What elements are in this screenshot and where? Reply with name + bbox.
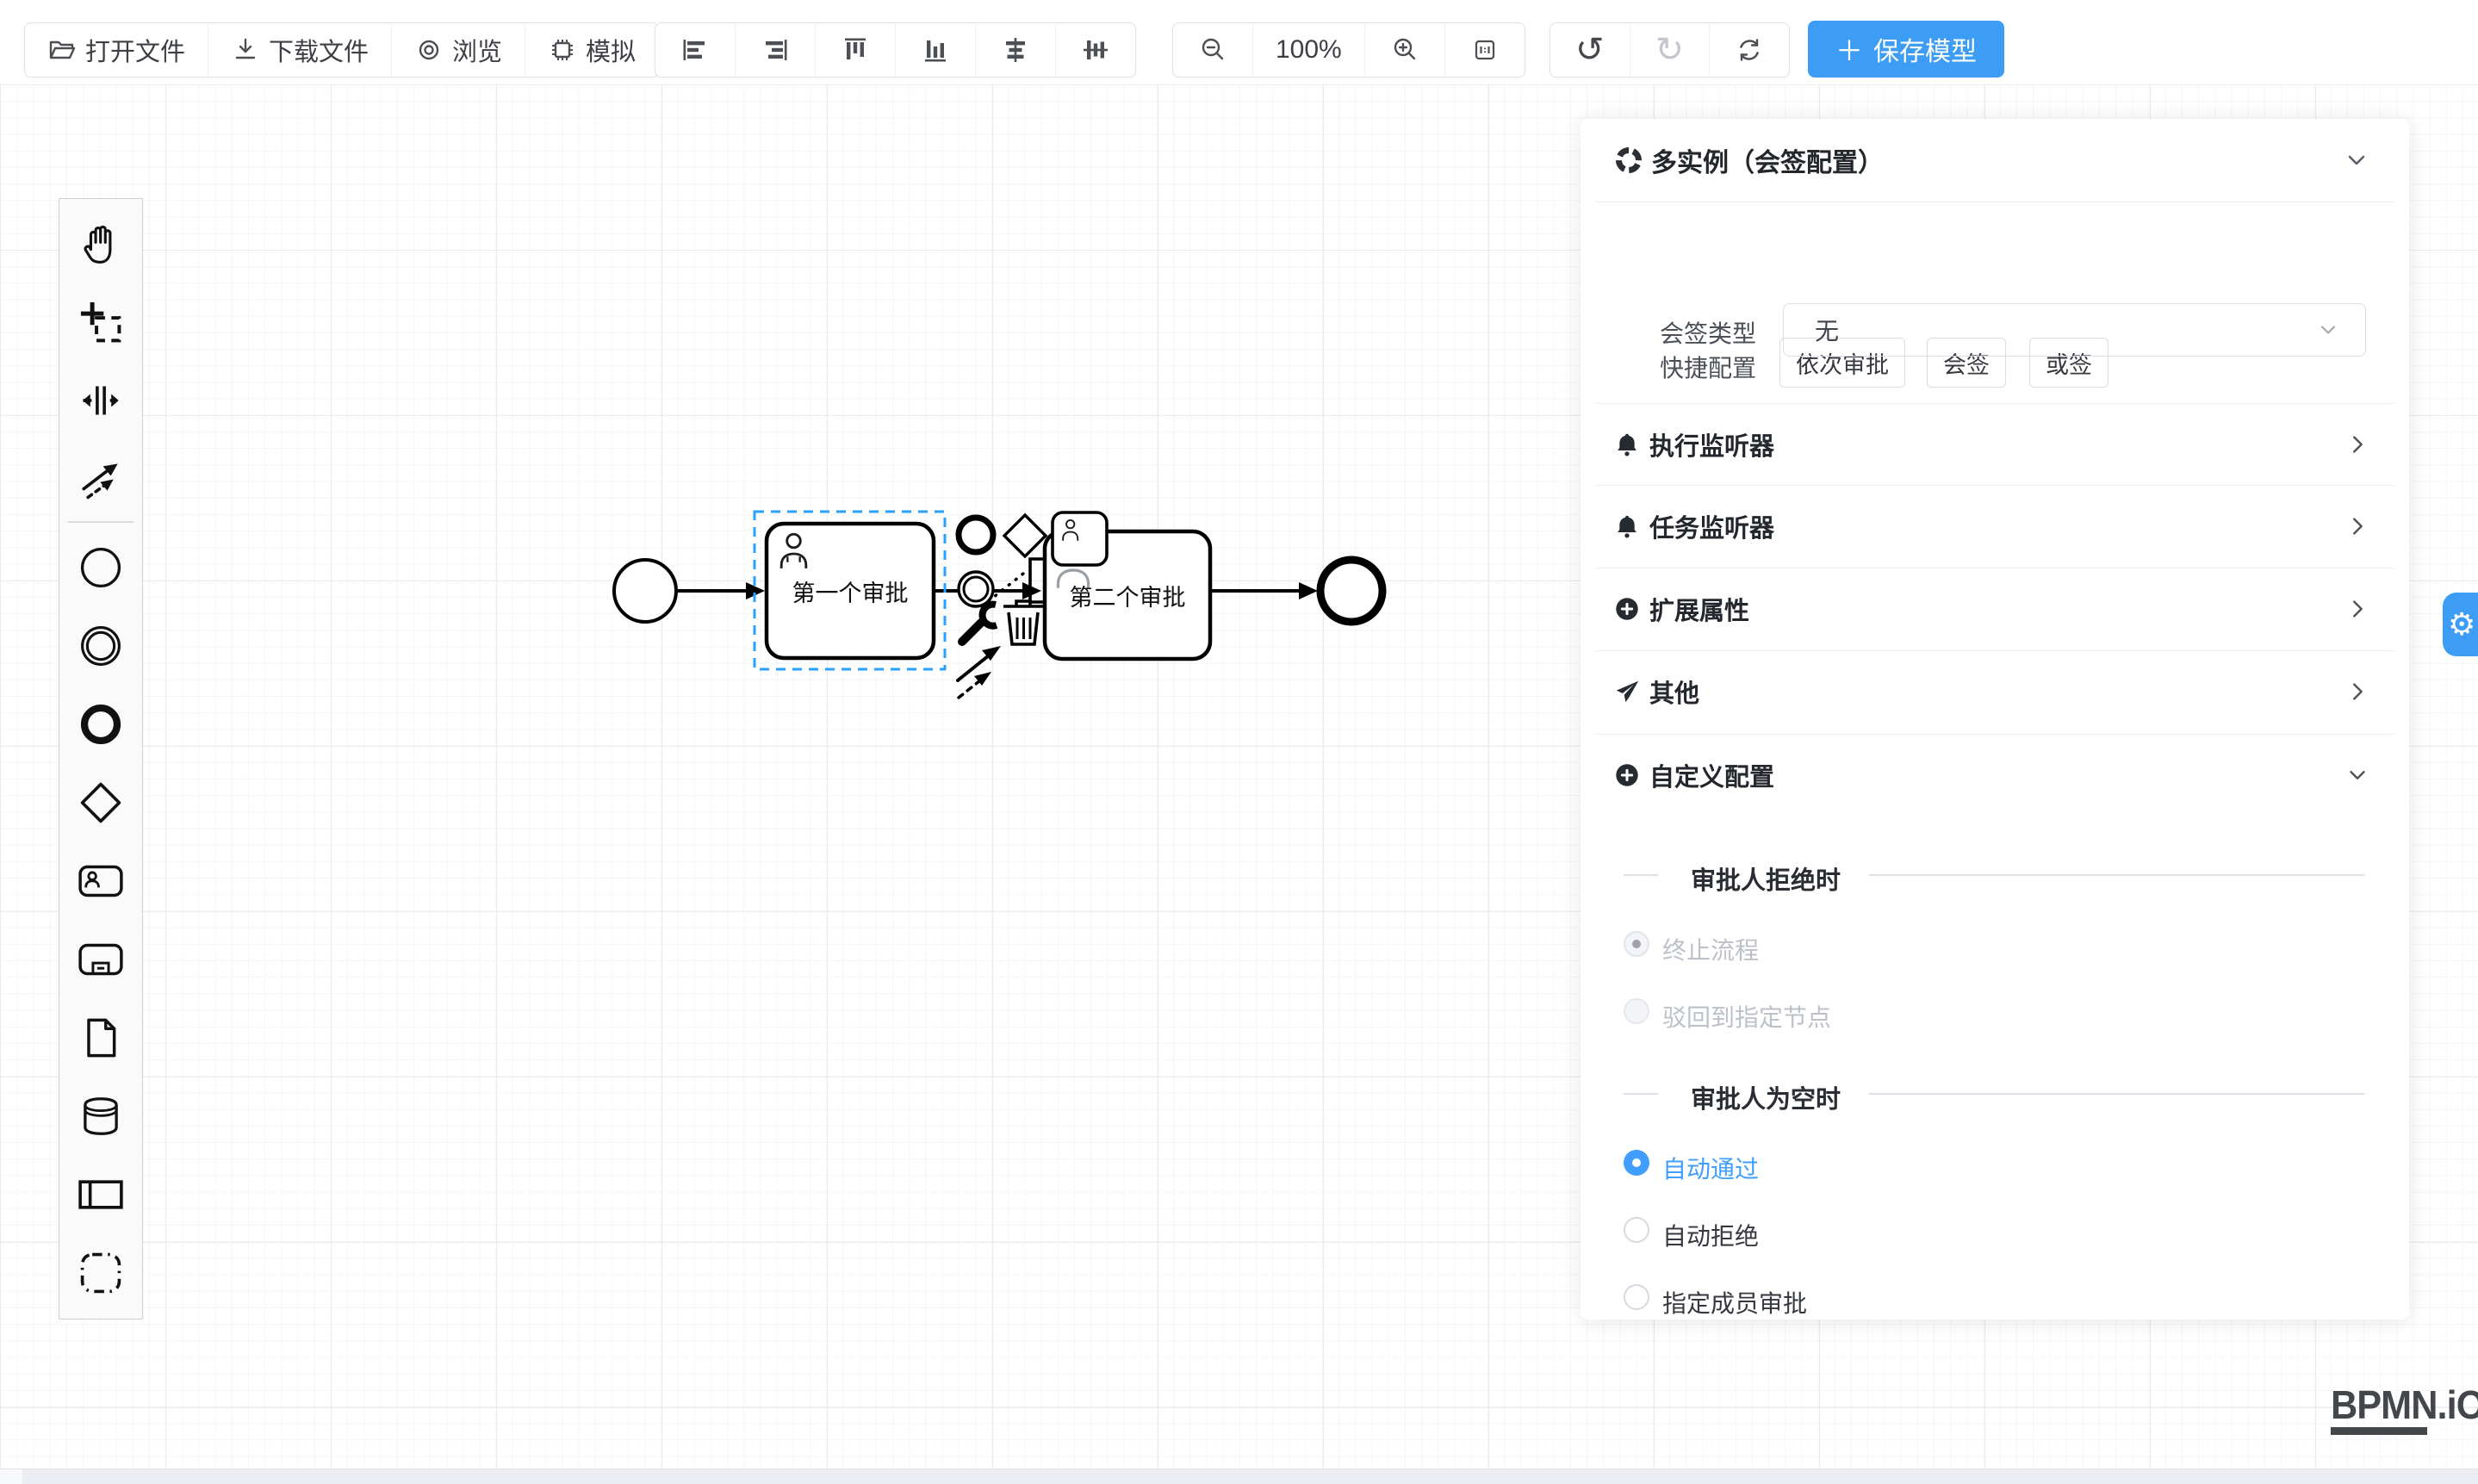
plus-circle-icon (1613, 761, 1641, 789)
radio-auto-approve-label: 自动通过 (1662, 1151, 1759, 1185)
section-execution-listener[interactable]: 执行监听器 (1581, 403, 2409, 486)
countersign-type-label: 会签类型 (1660, 315, 1756, 350)
horizontal-scrollbar[interactable] (0, 1468, 2478, 1484)
countersign-type-value: 无 (1815, 313, 2317, 347)
multi-instance-icon (1613, 145, 1644, 176)
radio-return-to-node[interactable] (1624, 998, 1649, 1024)
radio-auto-approve[interactable] (1624, 1150, 1649, 1176)
divider (1869, 1093, 2364, 1095)
section-task-listener[interactable]: 任务监听器 (1581, 485, 2409, 568)
start-event[interactable] (614, 560, 676, 622)
chevron-right-icon (2345, 514, 2369, 538)
task-first-approval[interactable] (767, 524, 934, 658)
multi-instance-title: 多实例（会签配置） (1651, 141, 2344, 179)
section-other[interactable]: 其他 (1581, 650, 2409, 733)
scrollbar-corner (0, 1469, 22, 1484)
chevron-down-icon (2345, 763, 2369, 787)
bell-icon (1613, 431, 1641, 458)
bpmn-io-logo-text: BPMN.iO (2331, 1385, 2478, 1425)
radio-auto-reject[interactable] (1624, 1217, 1649, 1243)
connect-tool-icon[interactable] (958, 646, 1001, 698)
section-label: 任务监听器 (1649, 508, 2345, 544)
section-label: 扩展属性 (1649, 591, 2345, 627)
properties-panel: 多实例（会签配置） 快捷配置 依次审批 会签 或签 会签类型 无 执行监听器 任… (1581, 119, 2409, 1319)
radio-terminate-process-label: 终止流程 (1662, 932, 1759, 966)
trash-icon[interactable] (1003, 601, 1043, 644)
section-extended-properties[interactable]: 扩展属性 (1581, 568, 2409, 650)
radio-auto-reject-label: 自动拒绝 (1662, 1218, 1759, 1252)
bpmn-editor-app: 打开文件 下载文件 浏览 模拟 (0, 0, 2478, 1484)
text-annotation-icon[interactable] (1030, 559, 1045, 602)
section-custom-config[interactable]: 自定义配置 (1581, 734, 2409, 817)
bpmn-io-logo[interactable]: BPMN.iO (2331, 1385, 2478, 1435)
append-gateway-icon[interactable] (1004, 515, 1046, 556)
radio-assign-member-label: 指定成员审批 (1662, 1285, 1807, 1319)
bell-icon (1613, 512, 1641, 540)
append-user-task-icon[interactable] (1053, 512, 1107, 565)
plus-circle-icon (1613, 595, 1641, 623)
send-icon (1613, 678, 1641, 705)
section-label: 执行监听器 (1649, 426, 2345, 463)
logo-underline (2331, 1427, 2427, 1435)
multi-instance-header[interactable]: 多实例（会签配置） (1581, 119, 2409, 202)
countersign-type-select[interactable]: 无 (1783, 303, 2366, 357)
settings-tab[interactable]: ⚙ (2443, 593, 2478, 656)
section-label: 自定义配置 (1649, 757, 2345, 793)
divider (1624, 874, 1658, 876)
empty-section-title: 审批人为空时 (1691, 1079, 1841, 1115)
radio-terminate-process[interactable] (1624, 931, 1649, 957)
divider (1869, 874, 2364, 876)
reject-section-title: 审批人拒绝时 (1691, 860, 1841, 897)
section-label: 其他 (1649, 674, 2345, 710)
radio-return-to-node-label: 驳回到指定节点 (1662, 999, 1831, 1034)
radio-assign-member[interactable] (1624, 1284, 1649, 1310)
chevron-right-icon (2345, 597, 2369, 621)
gear-icon: ⚙ (2448, 607, 2475, 643)
quick-config-label: 快捷配置 (1660, 350, 1756, 384)
divider (1624, 1093, 1658, 1095)
wrench-icon[interactable] (962, 605, 997, 642)
chevron-down-icon (2317, 319, 2339, 341)
chevron-down-icon (2344, 147, 2369, 173)
append-end-event-icon[interactable] (959, 518, 993, 552)
end-event[interactable] (1320, 560, 1382, 622)
chevron-right-icon (2345, 432, 2369, 456)
chevron-right-icon (2345, 680, 2369, 704)
